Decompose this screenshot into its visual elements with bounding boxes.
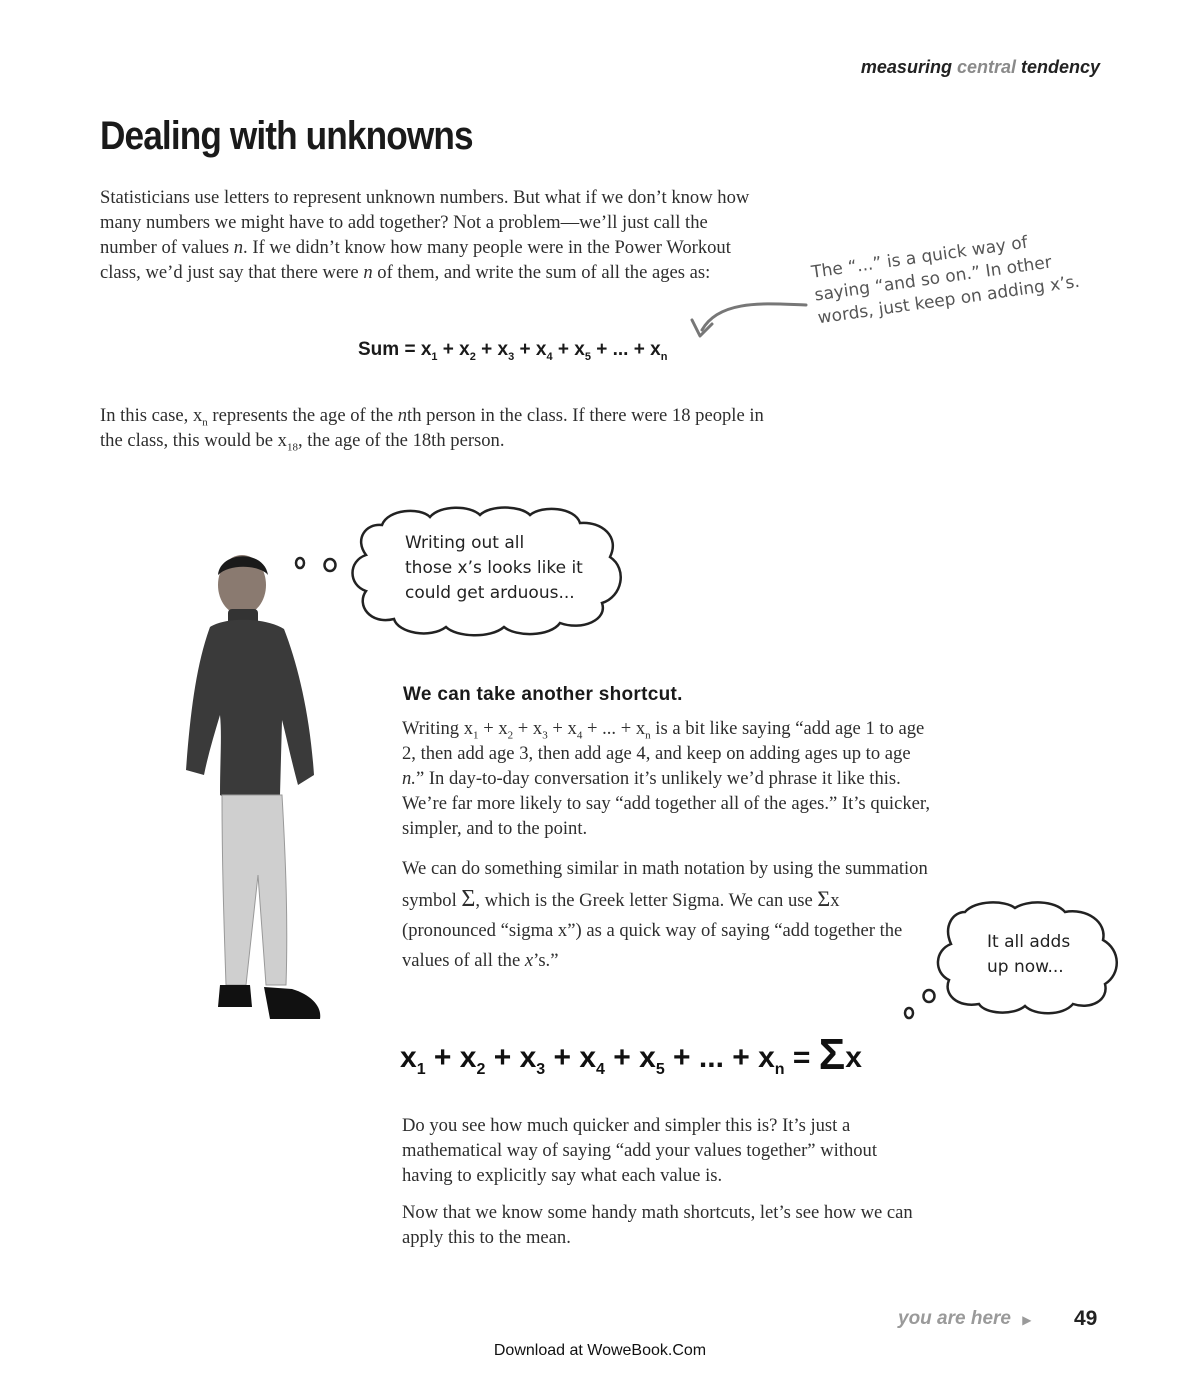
download-credit: Download at WoweBook.Com xyxy=(493,1342,707,1359)
thought2-line: up now... xyxy=(987,957,1064,977)
intro-paragraph: Statisticians use letters to represent u… xyxy=(100,185,765,285)
shortcut-paragraph-1: Writing x1 + x2 + x3 + x4 + ... + xn is … xyxy=(402,716,932,841)
sc2-italic: x xyxy=(524,950,534,971)
sc2-text: ’s.” xyxy=(533,950,559,971)
sc-text: + ... + x xyxy=(582,718,646,739)
you-are-here-label: you are here ▶ xyxy=(898,1308,1032,1330)
thought1-line: Writing out all xyxy=(405,533,525,553)
eq2-term: + ... + x xyxy=(664,1041,775,1074)
running-head-part3: tendency xyxy=(1015,57,1100,77)
thought-cloud-2-text: It all adds up now... xyxy=(987,930,1070,980)
eq2-sub: 4 xyxy=(596,1061,605,1078)
sigma-symbol: Σ xyxy=(817,886,831,911)
sc-text: + x xyxy=(478,718,508,739)
eq1-lead: Sum = x xyxy=(358,339,432,360)
eq2-term: + x xyxy=(545,1041,597,1074)
sigma-symbol: Σ xyxy=(818,1030,846,1079)
eq2-sub: 3 xyxy=(536,1061,546,1078)
you-are-here-text: you are here xyxy=(898,1308,1011,1329)
nth-text: represents the age of the xyxy=(207,405,398,426)
eq2-term: + x xyxy=(425,1041,477,1074)
nth-text: In this case, x xyxy=(100,405,203,426)
eq2-sub: 5 xyxy=(655,1061,665,1078)
annotation-arrow-icon xyxy=(690,302,808,338)
sc-text: + x xyxy=(513,718,543,739)
ellipsis-annotation: The “...” is a quick way of saying “and … xyxy=(810,232,1081,329)
eq2-term: x xyxy=(845,1041,862,1074)
thought1-line: those x’s looks like it xyxy=(405,558,583,578)
eq2-equals: = xyxy=(784,1041,819,1074)
sigma-symbol: Σ xyxy=(461,886,476,912)
eq1-term: + x xyxy=(475,339,509,360)
eq2-sub: n xyxy=(774,1061,785,1078)
sc-text: Writing x xyxy=(402,718,474,739)
thought-cloud-1-text: Writing out all those x’s looks like it … xyxy=(405,531,583,606)
intro-text-3: of them, and write the sum of all the ag… xyxy=(372,262,711,283)
eq1-term: + ... + x xyxy=(590,339,661,360)
page-number: 49 xyxy=(1074,1307,1098,1330)
running-head-part2: central xyxy=(956,57,1016,77)
sc-italic: n. xyxy=(402,768,416,789)
thought1-line: could get arduous... xyxy=(405,583,575,603)
shortcut-paragraph-2: We can do something similar in math nota… xyxy=(402,854,932,976)
running-head-part1: measuring xyxy=(860,57,957,77)
sigma-equation: x1 + x2 + x3 + x4 + x5 + ... + xn = Σx xyxy=(400,1030,862,1080)
eq1-term: + x xyxy=(552,339,585,360)
eq2-term: x xyxy=(400,1041,417,1074)
sum-equation: Sum = x1 + x2 + x3 + x4 + x5 + ... + xn xyxy=(358,339,667,363)
nth-text: , the age of the 18th person. xyxy=(297,430,505,451)
sc-text: ” In day-to-day conversation it’s unlike… xyxy=(402,768,930,839)
sc-text: + x xyxy=(547,718,577,739)
nth-person-paragraph: In this case, x n represents the age of t… xyxy=(100,403,780,453)
shortcut-heading: We can take another shortcut. xyxy=(403,684,683,705)
page-title: Dealing with unknowns xyxy=(100,114,474,158)
eq1-sub: n xyxy=(660,350,668,363)
nth-italic: n xyxy=(397,405,408,426)
eq2-term: + x xyxy=(485,1041,537,1074)
nth-sub: 18 xyxy=(286,441,298,454)
intro-n2: n xyxy=(363,262,373,283)
eq2-sub: 1 xyxy=(416,1061,426,1078)
eq2-term: + x xyxy=(604,1041,656,1074)
eq1-term: + x xyxy=(514,339,547,360)
eq1-term: + x xyxy=(437,339,470,360)
thought2-line: It all adds xyxy=(987,932,1071,952)
sc2-text: , which is the Greek letter Sigma. We ca… xyxy=(475,890,818,911)
triangle-right-icon: ▶ xyxy=(1022,1313,1032,1327)
closing-paragraph-1: Do you see how much quicker and simpler … xyxy=(402,1115,878,1186)
person-figure xyxy=(186,555,321,1019)
intro-n: n xyxy=(233,237,244,258)
closing-paragraph-2: Now that we know some handy math shortcu… xyxy=(402,1202,913,1248)
running-head: measuring central tendency xyxy=(861,57,1100,78)
